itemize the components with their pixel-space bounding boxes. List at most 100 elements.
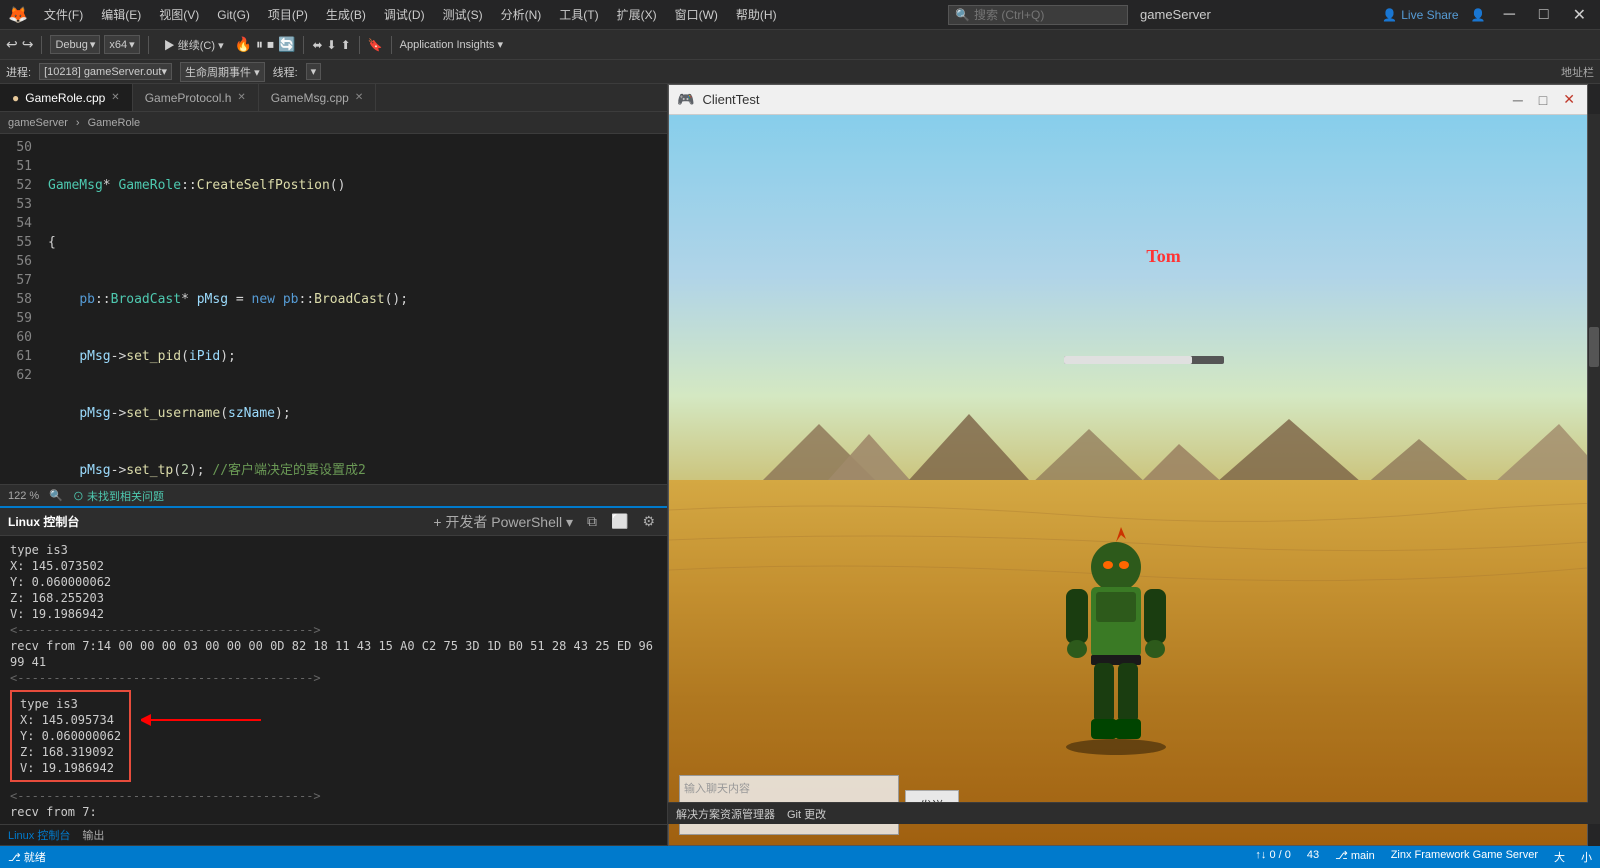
profile-icon[interactable]: 👤 [1471, 8, 1486, 22]
status-git-branch[interactable]: ⎇ 就绪 [8, 849, 46, 865]
event-label: 生命周期事件 ▾ [185, 64, 260, 80]
menu-analyze[interactable]: 分析(N) [493, 2, 550, 27]
game-window-icon: 🎮 [677, 91, 694, 108]
terminal-body: type is3 X: 145.073502 Y: 0.060000062 Z:… [0, 536, 667, 824]
tab-linux-console[interactable]: Linux 控制台 [8, 827, 70, 843]
terminal-header: Linux 控制台 + 开发者 PowerShell ▾ ⧉ ⬜ ⚙ [0, 508, 667, 536]
solution-explorer-tab[interactable]: 解决方案资源管理器 [676, 806, 775, 822]
live-share-label: Live Share [1401, 8, 1458, 22]
zoom-level: 122 % [8, 490, 39, 502]
code-area: 50 51 52 53 54 55 56 57 58 59 60 61 62 G… [0, 134, 667, 484]
status-branch: ⎇ main [1335, 849, 1375, 865]
tab-close-icon[interactable]: ✕ [111, 92, 119, 103]
copy-icon[interactable]: ⧉ [583, 513, 601, 530]
step-out-icon[interactable]: ⬆ [341, 38, 351, 52]
status-bar: ⎇ 就绪 ↑↓ 0 / 0 43 ⎇ main Zinx Framework G… [0, 846, 1600, 868]
event-dropdown[interactable]: 生命周期事件 ▾ [180, 62, 265, 82]
location-info: 地址栏 [1561, 64, 1594, 80]
player-name: Tom [1146, 246, 1180, 267]
undo-icon[interactable]: ↩ [6, 36, 18, 53]
box-line-1: type is3 [20, 696, 121, 712]
menu-view[interactable]: 视图(V) [151, 2, 207, 27]
character-svg [1036, 527, 1196, 757]
red-arrow-annotation [141, 710, 271, 730]
step-into-icon[interactable]: ⬇ [327, 38, 337, 52]
debug-config-label: Debug [55, 39, 87, 51]
box-line-5: V: 19.1986942 [20, 760, 121, 776]
game-maximize-button[interactable]: □ [1535, 92, 1551, 108]
tab-close-icon-2[interactable]: ✕ [237, 92, 245, 103]
git-changes-tab[interactable]: Git 更改 [787, 806, 826, 822]
scrollbar-thumb[interactable] [1589, 327, 1599, 367]
menu-debug[interactable]: 调试(D) [376, 2, 433, 27]
search-input[interactable] [974, 8, 1114, 22]
app-icon: 🦊 [8, 5, 28, 25]
new-terminal-btn[interactable]: + 开发者 PowerShell ▾ [429, 512, 577, 532]
vertical-scrollbar[interactable] [1588, 114, 1600, 824]
tab-gameprotocol-h[interactable]: GameProtocol.h ✕ [133, 84, 259, 111]
menu-tools[interactable]: 工具(T) [551, 2, 606, 27]
close-button[interactable]: ✕ [1567, 5, 1592, 25]
tab-gamemsg-cpp[interactable]: GameMsg.cpp ✕ [259, 84, 376, 111]
terminal-line-4: Z: 168.255203 [10, 590, 657, 606]
live-share-btn[interactable]: 👤 Live Share [1382, 8, 1458, 22]
minimize-button[interactable]: ─ [1498, 6, 1521, 24]
game-window: 🎮 ClientTest ─ □ ✕ [668, 84, 1588, 846]
terminal-dashed-2: <---------------------------------------… [10, 670, 657, 686]
stop-button[interactable]: ⏹ [267, 36, 274, 53]
zoom-icon[interactable]: 🔍 [49, 489, 63, 502]
breadcrumb-sep: › [76, 117, 80, 129]
status-errors: ↑↓ 0 / 0 [1255, 849, 1290, 865]
menu-project[interactable]: 项目(P) [260, 2, 316, 27]
run-button[interactable]: ▶ 继续(C) ▾ [157, 34, 231, 56]
maximize-button[interactable]: □ [1533, 6, 1555, 24]
process-label: 进程: [6, 64, 31, 80]
tab-close-icon-3[interactable]: ✕ [355, 92, 363, 103]
toolbar: ↩ ↪ Debug ▾ x64 ▾ ▶ 继续(C) ▾ 🔥 ⏸ ⏹ 🔄 ⬌ ⬇ … [0, 30, 1600, 60]
toolbar-separator-3 [303, 36, 304, 54]
redo-icon[interactable]: ↪ [22, 36, 34, 53]
menu-help[interactable]: 帮助(H) [728, 2, 785, 27]
menu-extensions[interactable]: 扩展(X) [609, 2, 665, 27]
editor-top: ● GameRole.cpp ✕ GameProtocol.h ✕ GameMs… [0, 84, 667, 506]
menu-git[interactable]: Git(G) [209, 4, 258, 26]
game-minimize-button[interactable]: ─ [1509, 92, 1527, 108]
process-name: [10218] gameServer.out [44, 66, 161, 78]
menu-build[interactable]: 生成(B) [318, 2, 374, 27]
status-right: ↑↓ 0 / 0 43 ⎇ main Zinx Framework Game S… [1255, 849, 1592, 865]
menu-test[interactable]: 测试(S) [435, 2, 491, 27]
game-close-button[interactable]: ✕ [1559, 91, 1579, 108]
process-dropdown[interactable]: [10218] gameServer.out ▾ [39, 63, 172, 80]
health-bar-background [1064, 356, 1224, 364]
step-over-icon[interactable]: ⬌ [312, 38, 322, 52]
main-area: ● GameRole.cpp ✕ GameProtocol.h ✕ GameMs… [0, 84, 1600, 846]
game-character [1036, 527, 1196, 757]
restart-button[interactable]: 🔄 [278, 36, 295, 53]
hotreload-icon[interactable]: 🔥 [235, 36, 252, 53]
status-encoding: 大 [1554, 849, 1565, 865]
toolbar-separator-4 [359, 36, 360, 54]
pause-button[interactable]: ⏸ [256, 36, 263, 53]
debug-config-dropdown[interactable]: Debug ▾ [50, 35, 100, 54]
search-box[interactable]: 🔍 [948, 5, 1128, 25]
status-framework: Zinx Framework Game Server [1391, 849, 1538, 865]
menu-file[interactable]: 文件(F) [36, 2, 91, 27]
app-insights-btn[interactable]: Application Insights ▾ [400, 38, 503, 51]
terminal-annotated-block: type is3 X: 145.095734 Y: 0.060000062 Z:… [10, 690, 657, 782]
settings-icon[interactable]: ⚙ [638, 513, 659, 530]
bookmark-icon[interactable]: 🔖 [368, 38, 383, 52]
tab-gamerole-cpp[interactable]: ● GameRole.cpp ✕ [0, 84, 133, 111]
thread-dropdown[interactable]: ▾ [306, 63, 322, 80]
arch-dropdown[interactable]: x64 ▾ [104, 35, 139, 54]
toolbar-separator-2 [148, 36, 149, 54]
code-content[interactable]: GameMsg* GameRole::CreateSelfPostion() {… [40, 134, 667, 484]
terminal-line-2: X: 145.073502 [10, 558, 657, 574]
tab-output[interactable]: 输出 [82, 827, 104, 843]
tab-label-3: GameMsg.cpp [271, 91, 349, 105]
process-bar: 进程: [10218] gameServer.out ▾ 生命周期事件 ▾ 线程… [0, 60, 1600, 84]
menu-edit[interactable]: 编辑(E) [93, 2, 149, 27]
split-icon[interactable]: ⬜ [607, 513, 632, 530]
box-line-3: Y: 0.060000062 [20, 728, 121, 744]
editor-status: 122 % 🔍 ⊙ 未找到相关问题 [0, 484, 667, 506]
menu-window[interactable]: 窗口(W) [667, 2, 726, 27]
